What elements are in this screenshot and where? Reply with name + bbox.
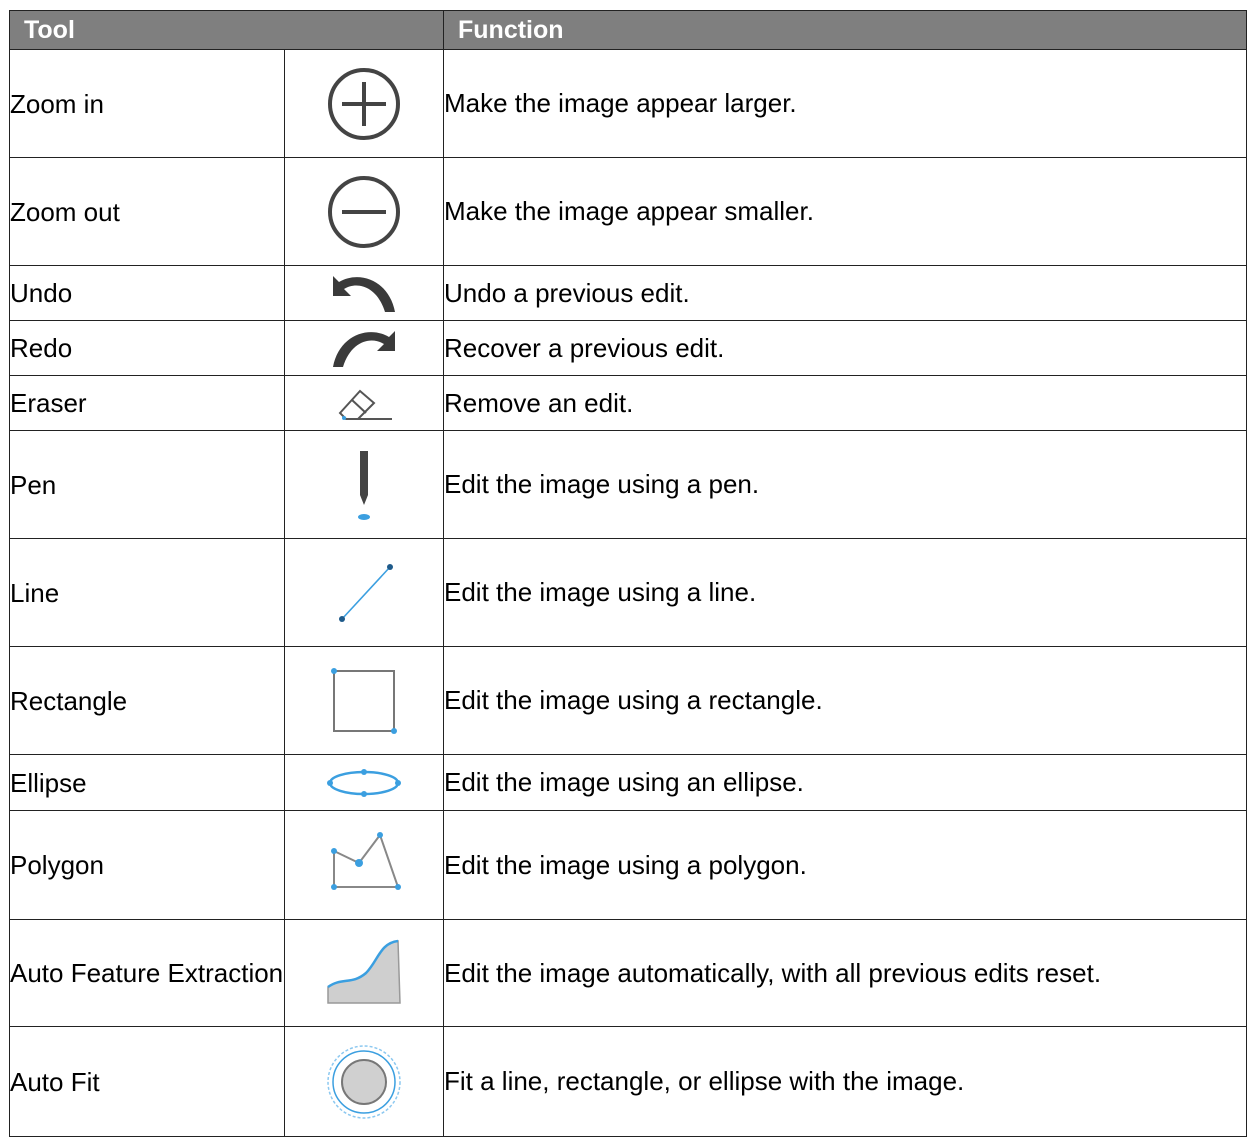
table-row: Zoom out Make the image appear smaller. — [9, 157, 1247, 266]
table-row: Pen Edit the image using a pen. — [9, 430, 1247, 539]
tool-name: Zoom in — [9, 49, 285, 158]
zoom-out-icon — [328, 175, 400, 248]
table-row: Redo Recover a previous edit. — [9, 320, 1247, 376]
tool-function: Fit a line, rectangle, or ellipse with t… — [443, 1026, 1247, 1137]
tool-name: Zoom out — [9, 157, 285, 266]
tool-function: Remove an edit. — [443, 375, 1247, 431]
tool-function: Edit the image using a pen. — [443, 430, 1247, 539]
tool-name: Auto Fit — [9, 1026, 285, 1137]
line-icon — [339, 563, 393, 622]
tool-function: Edit the image using a polygon. — [443, 810, 1247, 920]
tool-name: Undo — [9, 265, 285, 321]
zoom-in-icon — [328, 67, 400, 140]
tool-function: Make the image appear larger. — [443, 49, 1247, 158]
auto-feature-extraction-icon — [327, 939, 401, 1004]
pen-icon — [358, 450, 370, 520]
table-row: Ellipse Edit the image using an ellipse. — [9, 754, 1247, 811]
auto-fit-icon — [327, 1044, 401, 1119]
table-row: Rectangle Edit the image using a rectang… — [9, 646, 1247, 755]
tool-name: Eraser — [9, 375, 285, 431]
eraser-icon — [338, 389, 392, 420]
tool-function: Undo a previous edit. — [443, 265, 1247, 321]
tool-name: Polygon — [9, 810, 285, 920]
rectangle-icon — [331, 667, 397, 734]
table-row: Polygon Edit the image using a polygon. — [9, 810, 1247, 920]
tool-function: Edit the image using a line. — [443, 538, 1247, 647]
tool-name: Auto Feature Extraction — [9, 919, 285, 1027]
tools-table: Tool Function Zoom in Make the image app… — [9, 10, 1247, 1137]
tool-function: Edit the image automatically, with all p… — [443, 919, 1247, 1027]
tool-function: Edit the image using a rectangle. — [443, 646, 1247, 755]
header-row: Tool Function — [9, 10, 1247, 50]
table-row: Auto Fit Fit a line, rectangle, or ellip… — [9, 1026, 1247, 1137]
table-row: Eraser Remove an edit. — [9, 375, 1247, 431]
tool-name: Ellipse — [9, 754, 285, 811]
polygon-icon — [331, 832, 401, 890]
undo-icon — [333, 276, 395, 312]
header-tool: Tool — [9, 10, 444, 50]
table-row: Line Edit the image using a line. — [9, 538, 1247, 647]
tool-function: Edit the image using an ellipse. — [443, 754, 1247, 811]
table-row: Undo Undo a previous edit. — [9, 265, 1247, 321]
header-function: Function — [443, 10, 1247, 50]
tool-function: Make the image appear smaller. — [443, 157, 1247, 266]
tool-function: Recover a previous edit. — [443, 320, 1247, 376]
tool-name: Redo — [9, 320, 285, 376]
table-row: Zoom in Make the image appear larger. — [9, 49, 1247, 158]
tool-name: Rectangle — [9, 646, 285, 755]
redo-icon — [333, 331, 395, 367]
tool-name: Pen — [9, 430, 285, 539]
table-row: Auto Feature Extraction Edit the image a… — [9, 919, 1247, 1027]
tool-name: Line — [9, 538, 285, 647]
ellipse-icon — [327, 768, 401, 797]
